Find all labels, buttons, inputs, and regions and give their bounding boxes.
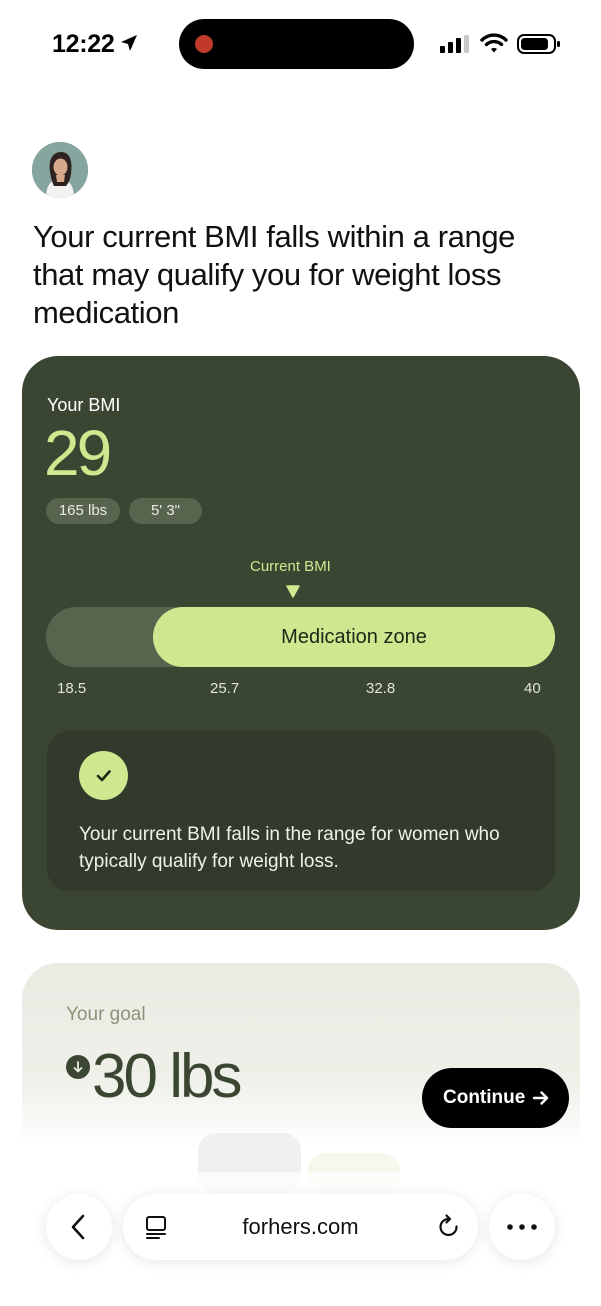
bmi-info-text: Your current BMI falls in the range for … — [79, 824, 500, 872]
height-chip: 5' 3" — [129, 498, 202, 524]
weight-chip: 165 lbs — [46, 498, 120, 524]
bmi-tick-max: 40 — [524, 680, 541, 697]
check-icon — [79, 751, 128, 800]
status-time: 12:22 — [52, 30, 115, 58]
current-bmi-label: Current BMI — [250, 558, 331, 575]
bmi-value: 29 — [44, 417, 112, 489]
battery-icon — [517, 34, 560, 54]
medication-zone: Medication zone — [153, 607, 555, 667]
doctor-avatar — [32, 142, 88, 198]
doctor-avatar-icon — [32, 142, 88, 198]
bmi-tick-min: 18.5 — [57, 680, 87, 697]
bmi-tick-2: 25.7 — [210, 680, 240, 697]
goal-label: Your goal — [66, 1004, 146, 1025]
arrow-down-icon — [66, 1055, 90, 1079]
more-button[interactable] — [489, 1194, 555, 1260]
reload-icon[interactable] — [437, 1214, 461, 1240]
bmi-tick-3: 32.8 — [366, 680, 396, 697]
continue-button-label: Continue — [443, 1087, 526, 1108]
continue-button[interactable]: Continue — [422, 1068, 569, 1128]
dynamic-island — [179, 19, 414, 69]
chevron-left-icon — [71, 1214, 85, 1240]
bmi-range-track: Medication zone — [46, 607, 555, 667]
current-bmi-marker-icon — [286, 585, 300, 598]
status-bar: 12:22 — [0, 0, 601, 88]
recording-dot-icon — [195, 35, 213, 53]
bmi-card: Your BMI 29 165 lbs 5' 3" Current BMI Me… — [22, 356, 580, 930]
back-button[interactable] — [46, 1194, 112, 1260]
bmi-info-box: Your current BMI falls in the range for … — [47, 731, 555, 891]
url-text[interactable]: forhers.com — [123, 1214, 478, 1240]
location-arrow-icon — [121, 35, 137, 51]
arrow-right-icon — [532, 1091, 549, 1105]
more-icon — [507, 1224, 537, 1230]
address-bar[interactable]: forhers.com — [123, 1194, 478, 1260]
wifi-icon — [480, 33, 508, 53]
cellular-signal-icon — [440, 35, 469, 53]
goal-value: 30 lbs — [92, 1042, 242, 1111]
page-title: Your current BMI falls within a range th… — [33, 219, 516, 330]
bmi-label: Your BMI — [47, 395, 121, 415]
